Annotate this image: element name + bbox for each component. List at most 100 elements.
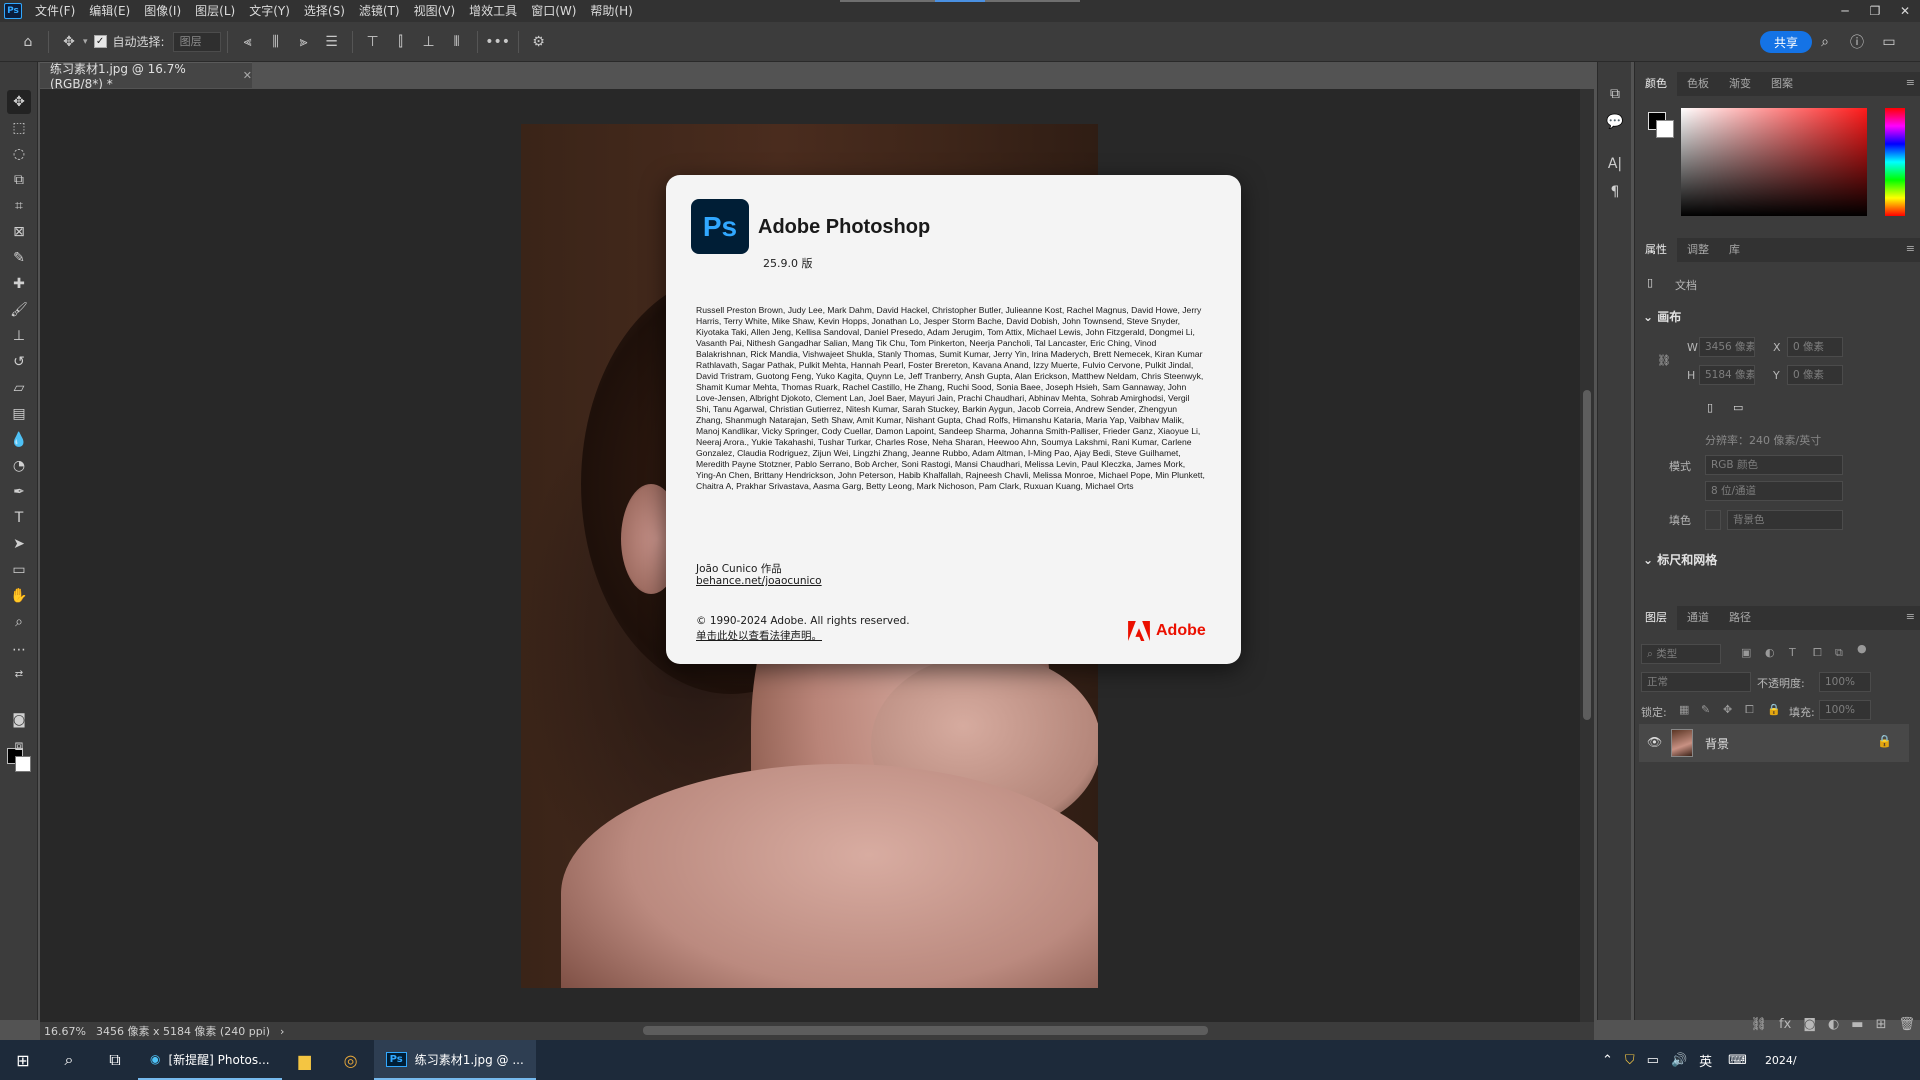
opacity-field[interactable]: 100%: [1819, 672, 1871, 692]
clone-stamp-tool-icon[interactable]: ⊥: [7, 324, 31, 348]
menu-file[interactable]: 文件(F): [28, 0, 82, 22]
canvas-section-header[interactable]: ⌄ 画布: [1643, 308, 1681, 325]
edit-toolbar-icon[interactable]: ⋯: [7, 638, 31, 662]
panel-menu-icon[interactable]: ≡: [1906, 242, 1915, 255]
chevron-down-icon[interactable]: ▾: [83, 37, 88, 47]
align-top-icon[interactable]: ⊤: [359, 28, 387, 56]
landscape-orientation-icon[interactable]: ▭: [1733, 401, 1743, 414]
adjustment-layer-icon[interactable]: ◐: [1828, 1017, 1839, 1032]
align-center-h-icon[interactable]: ⫼: [262, 28, 290, 56]
more-options-icon[interactable]: •••: [484, 28, 512, 56]
security-icon[interactable]: ⛉: [1625, 1053, 1635, 1068]
windows-start-icon[interactable]: ⊞: [0, 1040, 46, 1080]
blend-mode-dropdown[interactable]: 正常: [1641, 672, 1751, 692]
photoshop-app-icon[interactable]: Ps: [4, 3, 22, 19]
lock-all-icon[interactable]: 🔒: [1767, 703, 1781, 716]
zoom-level[interactable]: 16.67%: [44, 1025, 86, 1038]
eraser-tool-icon[interactable]: ▱: [7, 376, 31, 400]
chevron-right-icon[interactable]: ›: [280, 1025, 284, 1038]
align-middle-v-icon[interactable]: ⫿: [387, 28, 415, 56]
search-icon[interactable]: ⌕: [1813, 30, 1837, 54]
chevron-up-icon[interactable]: ⌃: [1602, 1053, 1613, 1068]
align-left-icon[interactable]: ⫷: [234, 28, 262, 56]
eye-icon[interactable]: 👁: [1647, 735, 1662, 749]
tab-libraries[interactable]: 库: [1719, 238, 1750, 262]
menu-help[interactable]: 帮助(H): [583, 0, 639, 22]
dodge-tool-icon[interactable]: ◔: [7, 454, 31, 478]
hue-slider[interactable]: [1885, 108, 1905, 216]
layer-style-icon[interactable]: fx: [1779, 1017, 1791, 1032]
taskbar-edge-app[interactable]: ◉ [新提醒] Photos...: [138, 1040, 282, 1080]
color-mode-dropdown[interactable]: RGB 颜色: [1705, 455, 1843, 475]
link-layers-icon[interactable]: ⛓: [1751, 1017, 1768, 1032]
menu-select[interactable]: 选择(S): [297, 0, 352, 22]
move-tool-icon[interactable]: ✥: [7, 90, 31, 114]
fill-color-swatch[interactable]: [1705, 510, 1721, 530]
lasso-tool-icon[interactable]: ◌: [7, 142, 31, 166]
tab-adjustments[interactable]: 调整: [1677, 238, 1719, 262]
menu-image[interactable]: 图像(I): [137, 0, 188, 22]
type-tool-icon[interactable]: T: [7, 506, 31, 530]
menu-filter[interactable]: 滤镜(T): [352, 0, 407, 22]
new-group-icon[interactable]: ▬: [1851, 1017, 1863, 1032]
tab-patterns[interactable]: 图案: [1761, 72, 1803, 96]
chrome-browser-icon[interactable]: ◎: [328, 1040, 374, 1080]
distribute-horizontal-icon[interactable]: ⦀: [443, 28, 471, 56]
brush-tool-icon[interactable]: 🖌: [7, 298, 31, 322]
filter-toggle-icon[interactable]: ●: [1857, 642, 1867, 655]
color-picker-field[interactable]: [1681, 108, 1867, 216]
color-panel-background-swatch[interactable]: [1656, 120, 1674, 138]
blur-tool-icon[interactable]: 💧: [7, 428, 31, 452]
new-layer-icon[interactable]: ⊞: [1876, 1017, 1887, 1032]
delete-layer-icon[interactable]: 🗑: [1898, 1017, 1915, 1032]
distribute-vertical-icon[interactable]: ☰: [318, 28, 346, 56]
ime-indicator[interactable]: 英: [1699, 1051, 1712, 1070]
move-tool-preset-icon[interactable]: ✥: [55, 28, 83, 56]
hand-tool-icon[interactable]: ✋: [7, 584, 31, 608]
fill-dropdown[interactable]: 背景色: [1727, 510, 1843, 530]
panel-menu-icon[interactable]: ≡: [1906, 610, 1915, 623]
object-select-tool-icon[interactable]: ⧉: [7, 168, 31, 192]
healing-brush-tool-icon[interactable]: ✚: [7, 272, 31, 296]
rectangle-tool-icon[interactable]: ▭: [7, 558, 31, 582]
swap-colors-icon[interactable]: ⇄: [7, 662, 31, 686]
portrait-orientation-icon[interactable]: ▯: [1707, 401, 1713, 414]
link-dimensions-icon[interactable]: ⛓: [1657, 354, 1671, 367]
lock-position-icon[interactable]: ✥: [1723, 703, 1732, 716]
screen-mode-icon[interactable]: ⧈: [7, 734, 31, 758]
clock-date[interactable]: 2024/: [1765, 1054, 1797, 1067]
y-field[interactable]: 0 像素: [1787, 365, 1843, 385]
zoom-tool-icon[interactable]: ⌕: [7, 610, 31, 634]
search-icon[interactable]: ⌕: [46, 1040, 92, 1080]
gear-icon[interactable]: ⚙: [525, 28, 553, 56]
bit-depth-dropdown[interactable]: 8 位/通道: [1705, 481, 1843, 501]
file-explorer-icon[interactable]: ▆: [282, 1040, 328, 1080]
align-right-icon[interactable]: ⫸: [290, 28, 318, 56]
network-icon[interactable]: ▭: [1647, 1053, 1659, 1068]
layer-filter-dropdown[interactable]: ⌕ 类型: [1641, 644, 1721, 664]
keyboard-icon[interactable]: ⌨: [1728, 1053, 1747, 1068]
about-photoshop-dialog[interactable]: Ps Adobe Photoshop 25.9.0 版 Russell Pres…: [666, 175, 1241, 664]
frame-tool-icon[interactable]: ⊠: [7, 220, 31, 244]
comments-panel-icon[interactable]: 💬: [1603, 110, 1627, 134]
tab-color[interactable]: 颜色: [1635, 72, 1677, 96]
close-icon[interactable]: ✕: [243, 69, 252, 82]
share-button[interactable]: 共享: [1760, 31, 1812, 53]
tab-properties[interactable]: 属性: [1635, 238, 1677, 262]
filter-shape-icon[interactable]: ⧠: [1813, 646, 1822, 660]
menu-window[interactable]: 窗口(W): [524, 0, 583, 22]
task-view-icon[interactable]: ⧉: [92, 1040, 138, 1080]
help-icon[interactable]: ⓘ: [1845, 30, 1869, 54]
fill-opacity-field[interactable]: 100%: [1819, 700, 1871, 720]
workspace-icon[interactable]: ▭: [1877, 30, 1901, 54]
add-mask-icon[interactable]: ◙: [1803, 1017, 1816, 1032]
layer-row-background[interactable]: 👁 背景 🔒: [1639, 724, 1909, 762]
paragraph-panel-icon[interactable]: ¶: [1603, 180, 1627, 204]
menu-type[interactable]: 文字(Y): [242, 0, 297, 22]
rulers-section-header[interactable]: ⌄ 标尺和网格: [1643, 551, 1717, 568]
tab-layers[interactable]: 图层: [1635, 606, 1677, 630]
history-brush-tool-icon[interactable]: ↺: [7, 350, 31, 374]
horizontal-scrollbar-thumb[interactable]: [643, 1026, 1208, 1035]
menu-plugins[interactable]: 增效工具: [462, 0, 524, 22]
character-panel-icon[interactable]: A|: [1603, 152, 1627, 176]
